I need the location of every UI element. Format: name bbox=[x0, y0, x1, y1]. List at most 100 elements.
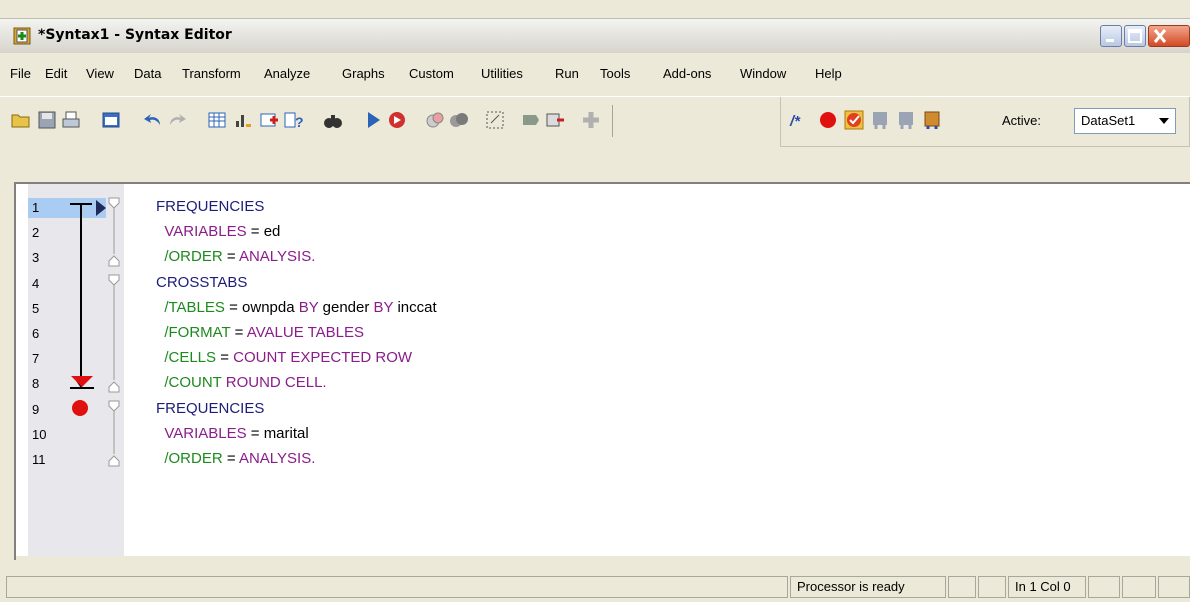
menu-add-ons[interactable]: Add-ons bbox=[663, 66, 711, 81]
code-line[interactable]: VARIABLES = ed bbox=[156, 223, 280, 240]
code-token: AVALUE TABLES bbox=[246, 324, 365, 341]
line-number: 3 bbox=[32, 250, 40, 266]
syntax-editor-pane[interactable]: 1 2 3 4 5 6 7 8 9 10 11 FREQUENCIES VARIABLES = ed… bbox=[14, 182, 1190, 562]
code-token: /ORDER bbox=[156, 248, 223, 266]
code-line[interactable]: VARIABLES = marital bbox=[156, 424, 309, 442]
value-labels-icon[interactable] bbox=[520, 109, 542, 131]
code-line[interactable]: /TABLES = ownpda BY gender BY inccat bbox=[156, 298, 436, 316]
dialog-recall-icon[interactable] bbox=[100, 109, 122, 131]
code-line[interactable]: /FORMAT = AVALUE TABLES bbox=[156, 324, 364, 341]
menu-tools[interactable]: Tools bbox=[600, 66, 630, 81]
maximize-button[interactable] bbox=[1124, 25, 1146, 47]
find-binoculars-icon[interactable] bbox=[322, 109, 344, 131]
code-line[interactable]: FREQUENCIES bbox=[156, 400, 264, 417]
processor-status: Processor is ready bbox=[790, 576, 946, 598]
menu-transform[interactable]: Transform bbox=[182, 66, 241, 81]
menu-view[interactable]: View bbox=[86, 66, 114, 81]
code-token: FREQUENCIES bbox=[156, 399, 265, 417]
bookmark-next-icon[interactable] bbox=[895, 109, 917, 131]
menu-label: Transform bbox=[182, 66, 241, 81]
code-token: ANALYSIS. bbox=[238, 450, 316, 467]
run-selection-icon[interactable] bbox=[362, 109, 384, 131]
code-token: = marital bbox=[246, 424, 309, 442]
active-dataset-select[interactable]: DataSet1 bbox=[1074, 108, 1176, 134]
menu-help[interactable]: Help bbox=[815, 66, 842, 81]
status-cell-blank bbox=[1122, 576, 1156, 598]
undo-icon[interactable] bbox=[142, 109, 164, 131]
code-token: BY bbox=[373, 298, 394, 316]
step-end-marker-icon bbox=[70, 376, 94, 389]
code-token: = ownpda bbox=[224, 298, 299, 316]
code-token: /ORDER bbox=[156, 450, 223, 467]
status-cell-blank bbox=[978, 576, 1006, 598]
insert-cases-icon[interactable] bbox=[258, 109, 280, 131]
menu-label: Help bbox=[815, 66, 842, 81]
syntax-app-icon[interactable] bbox=[13, 27, 31, 45]
code-token: ROUND CELL. bbox=[225, 374, 327, 392]
code-line[interactable]: /COUNT ROUND CELL. bbox=[156, 374, 327, 392]
bookmark-prev-icon[interactable] bbox=[869, 109, 891, 131]
code-token: /CELLS bbox=[156, 349, 217, 367]
menu-utilities[interactable]: Utilities bbox=[481, 66, 523, 81]
code-token: = ed bbox=[246, 223, 281, 241]
toolbar: ? /* Active: DataSet1 bbox=[0, 96, 1190, 149]
chart-icon[interactable] bbox=[232, 109, 254, 131]
status-message-area bbox=[6, 576, 788, 598]
svg-text:/*: /* bbox=[789, 113, 801, 130]
line-number: 6 bbox=[32, 326, 40, 341]
cursor-position: In 1 Col 0 bbox=[1008, 576, 1086, 598]
menu-file[interactable]: File bbox=[10, 66, 31, 81]
code-token: BY bbox=[298, 298, 319, 316]
menu-custom[interactable]: Custom bbox=[409, 66, 454, 81]
close-button[interactable] bbox=[1148, 25, 1190, 47]
minimize-button[interactable] bbox=[1100, 25, 1122, 47]
data-editor-icon[interactable] bbox=[206, 109, 228, 131]
comment-toggle-icon[interactable]: /* bbox=[789, 109, 811, 131]
menu-label: Custom bbox=[409, 66, 454, 81]
run-span-arrow-icon bbox=[70, 203, 92, 388]
code-line[interactable]: /ORDER = ANALYSIS. bbox=[156, 248, 315, 265]
status-cell-blank bbox=[1158, 576, 1190, 598]
line-number: 5 bbox=[32, 300, 40, 316]
line-number: 4 bbox=[32, 275, 40, 291]
code-line[interactable]: FREQUENCIES bbox=[156, 198, 264, 215]
menu-run[interactable]: Run bbox=[555, 66, 579, 81]
bookmark-icon[interactable] bbox=[921, 109, 943, 131]
output-icon[interactable] bbox=[448, 109, 470, 131]
menu-edit[interactable]: Edit bbox=[45, 66, 67, 81]
run-to-end-icon[interactable] bbox=[386, 109, 408, 131]
code-token: ANALYSIS. bbox=[238, 248, 316, 266]
status-cell-blank bbox=[1088, 576, 1120, 598]
redo-icon[interactable] bbox=[166, 109, 188, 131]
code-line[interactable]: CROSSTABS bbox=[156, 274, 247, 291]
title-bar: *Syntax1 - Syntax Editor bbox=[0, 18, 1190, 53]
svg-text:?: ? bbox=[295, 114, 304, 130]
menu-label: Add-ons bbox=[663, 66, 712, 81]
variable-info-icon[interactable]: ? bbox=[282, 109, 304, 131]
chevron-down-icon bbox=[1159, 118, 1169, 124]
menu-window[interactable]: Window bbox=[740, 66, 786, 81]
code-folding-markers[interactable] bbox=[106, 196, 122, 476]
breakpoint-icon[interactable] bbox=[817, 109, 839, 131]
script-icon[interactable] bbox=[424, 109, 446, 131]
menu-label: Utilities bbox=[481, 66, 523, 81]
open-folder-icon[interactable] bbox=[10, 109, 32, 131]
line-number: 11 bbox=[32, 452, 46, 467]
breakpoint-marker-icon[interactable] bbox=[70, 398, 90, 418]
code-token: = bbox=[216, 349, 234, 367]
code-line[interactable]: /CELLS = COUNT EXPECTED ROW bbox=[156, 349, 412, 366]
use-sets-icon[interactable] bbox=[544, 109, 566, 131]
plus-icon[interactable] bbox=[580, 109, 602, 131]
save-icon[interactable] bbox=[36, 109, 58, 131]
menu-data[interactable]: Data bbox=[134, 66, 161, 81]
code-line[interactable]: /ORDER = ANALYSIS. bbox=[156, 450, 315, 467]
menu-label: Graphs bbox=[342, 66, 385, 81]
window-title: *Syntax1 - Syntax Editor bbox=[38, 27, 232, 43]
print-icon[interactable] bbox=[60, 109, 82, 131]
select-cases-icon[interactable] bbox=[484, 109, 506, 131]
code-token: = bbox=[222, 248, 239, 266]
minimize-icon bbox=[1106, 39, 1114, 42]
menu-graphs[interactable]: Graphs bbox=[342, 66, 385, 81]
bookmark-toggle-icon[interactable] bbox=[843, 109, 865, 131]
menu-analyze[interactable]: Analyze bbox=[264, 66, 310, 81]
